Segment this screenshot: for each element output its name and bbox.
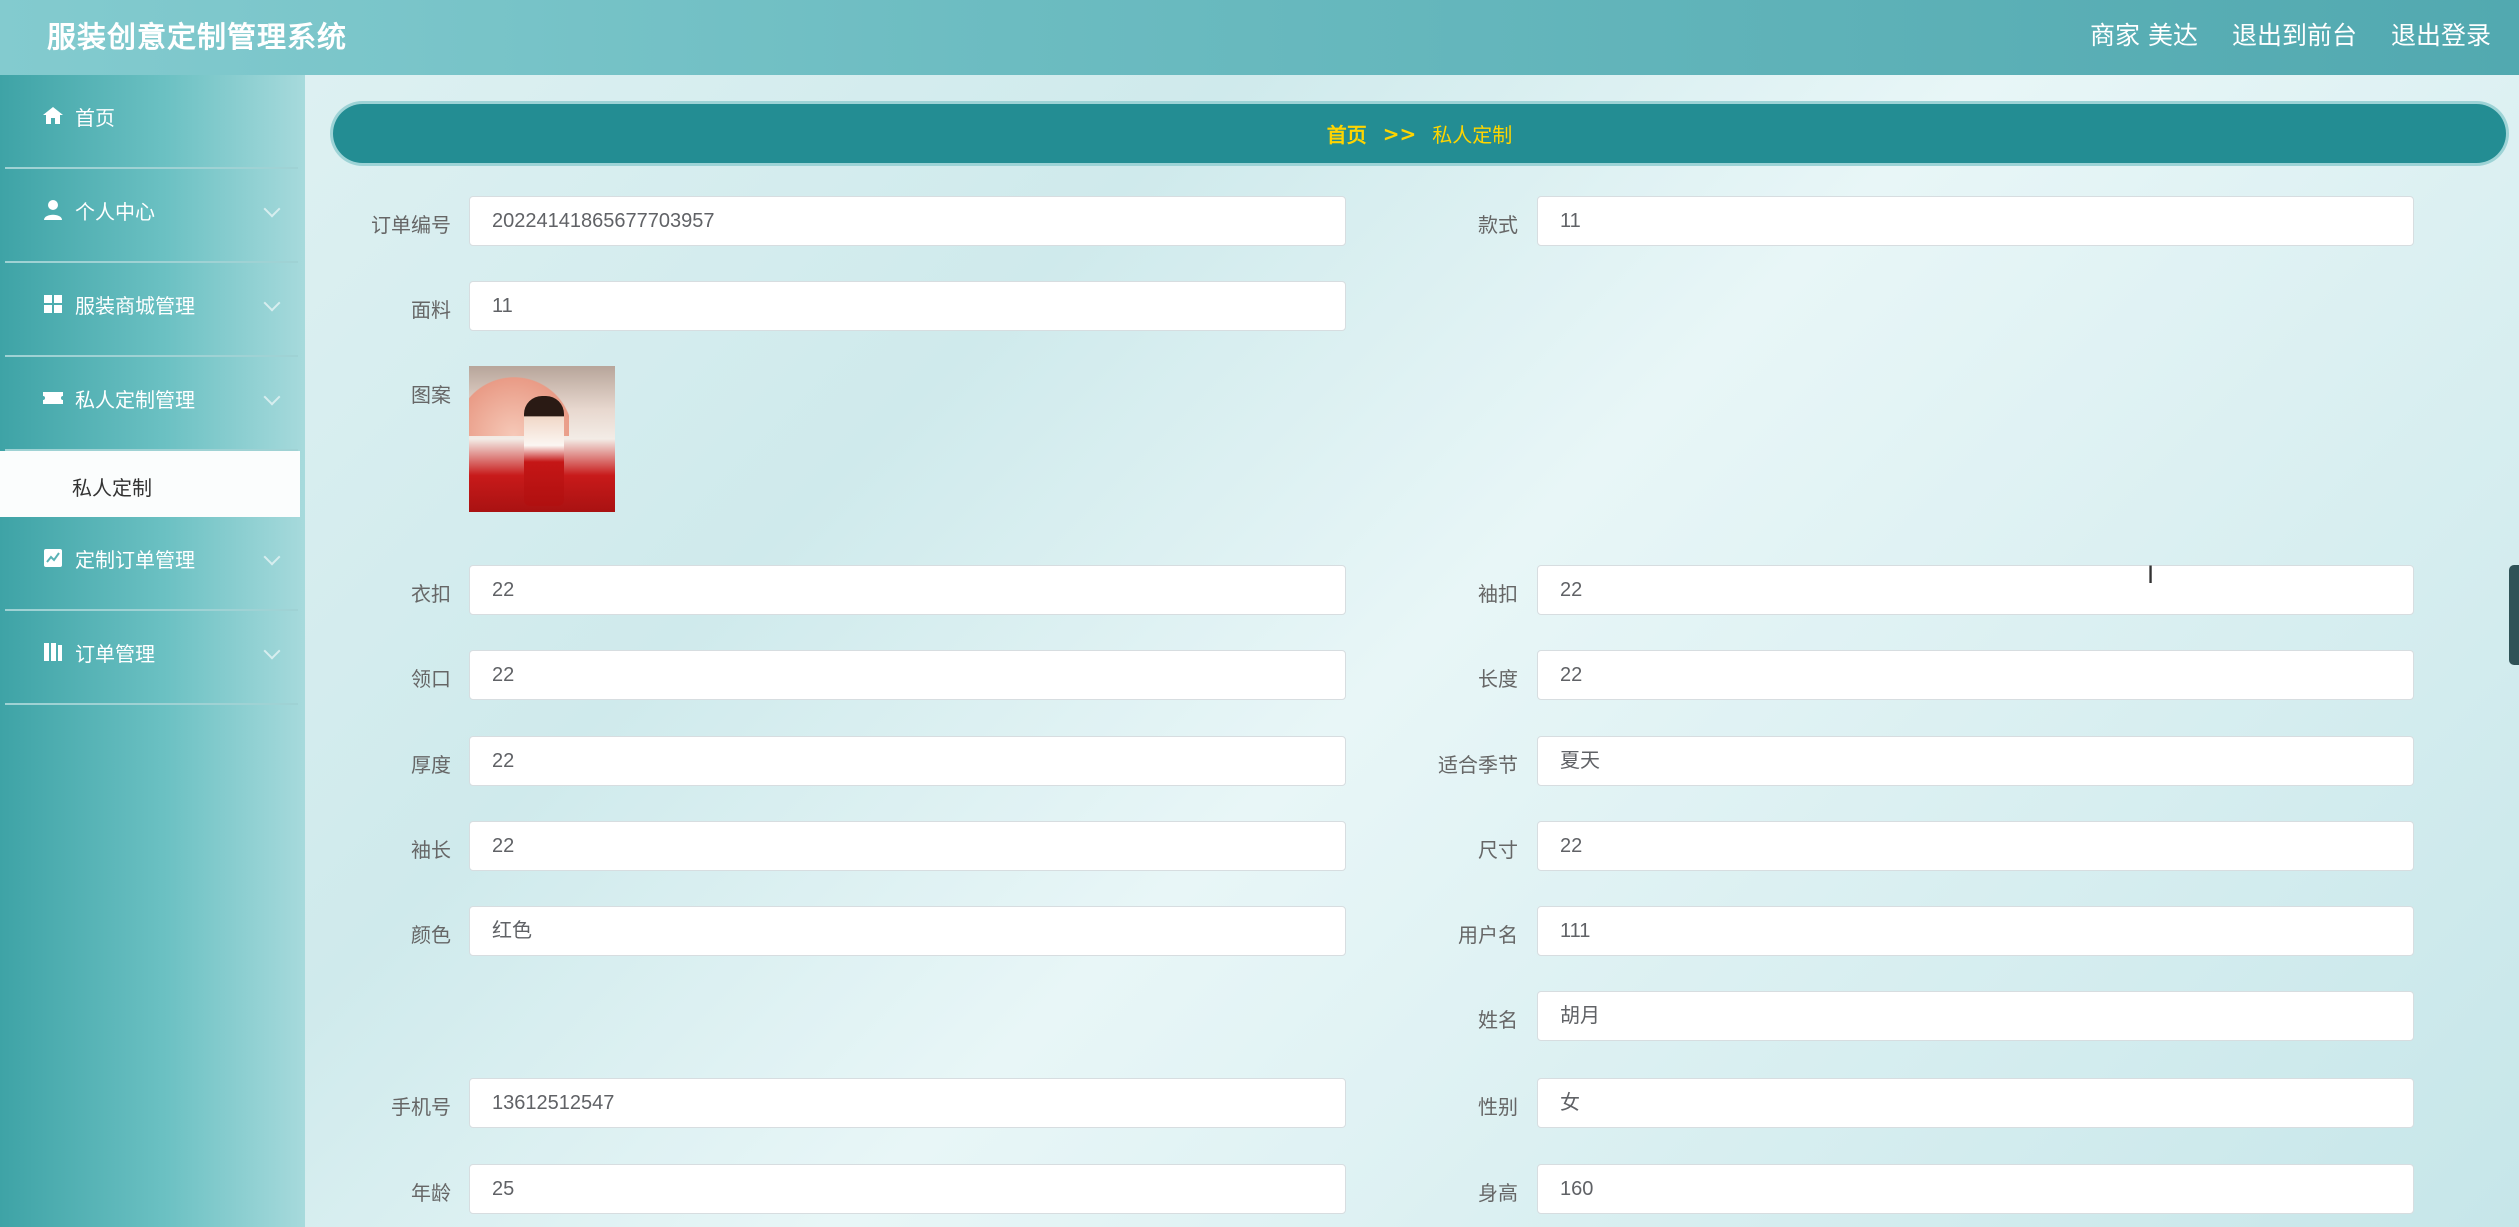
color-field[interactable]: 红色 — [469, 906, 1346, 956]
pattern-label: 图案 — [411, 383, 451, 407]
height-label: 身高 — [1478, 1181, 1518, 1205]
order-no-label: 订单编号 — [371, 213, 451, 237]
home-icon — [43, 107, 63, 124]
button-field[interactable]: 22 — [469, 565, 1346, 615]
color-label: 颜色 — [411, 923, 451, 947]
sidebar-item-label: 私人定制管理 — [75, 388, 195, 412]
sidebar-item-label: 私人定制 — [72, 476, 152, 500]
season-label: 适合季节 — [1438, 753, 1518, 777]
button-label: 衣扣 — [411, 582, 451, 606]
chevron-down-icon — [263, 200, 281, 218]
fabric-label: 面料 — [411, 298, 451, 322]
breadcrumb-current: 私人定制 — [1432, 123, 1513, 147]
sidebar-item-label: 订单管理 — [75, 642, 155, 666]
height-field[interactable]: 160 — [1537, 1164, 2414, 1214]
sidebar-item-label: 个人中心 — [75, 200, 155, 224]
phone-field[interactable]: 13612512547 — [469, 1078, 1346, 1128]
cufflink-field[interactable]: 22 — [1537, 565, 2414, 615]
age-label: 年龄 — [411, 1181, 451, 1205]
sidebar-item-order-management[interactable]: 订单管理 — [5, 611, 298, 705]
cufflink-label: 袖扣 — [1478, 582, 1518, 606]
user-icon — [44, 200, 62, 220]
sidebar-item-label: 定制订单管理 — [75, 548, 195, 572]
sleeve-label: 袖长 — [411, 838, 451, 862]
logout-link[interactable]: 退出登录 — [2391, 16, 2491, 52]
grid-icon — [44, 295, 62, 313]
top-bar: 服装创意定制管理系统 商家 美达 退出到前台 退出登录 — [0, 0, 2519, 75]
season-field[interactable]: 夏天 — [1537, 736, 2414, 786]
style-field[interactable]: 11 — [1537, 196, 2414, 246]
book-icon — [44, 643, 62, 661]
sidebar: 首页 个人中心 服装商城管理 私人定制管理 私人定制 定制订单管理 订单管理 — [0, 75, 305, 1227]
collar-label: 领口 — [411, 667, 451, 691]
breadcrumb-separator: >> — [1382, 121, 1417, 146]
sidebar-item-label: 服装商城管理 — [75, 294, 195, 318]
sleeve-field[interactable]: 22 — [469, 821, 1346, 871]
chevron-down-icon — [263, 642, 281, 660]
scrollbar-thumb[interactable] — [2509, 565, 2519, 665]
sidebar-item-personal-center[interactable]: 个人中心 — [5, 169, 298, 263]
size-field[interactable]: 22 — [1537, 821, 2414, 871]
breadcrumb: 首页 >> 私人定制 — [333, 104, 2506, 163]
sidebar-item-custom-management[interactable]: 私人定制管理 — [5, 357, 298, 451]
gender-label: 性别 — [1478, 1095, 1518, 1119]
chevron-down-icon — [263, 388, 281, 406]
sidebar-item-label: 首页 — [75, 106, 115, 130]
user-name: 商家 美达 — [2090, 21, 2198, 50]
figure-shape — [524, 396, 564, 506]
text-cursor-icon: I — [2147, 561, 2155, 589]
username-label: 用户名 — [1458, 923, 1518, 947]
thickness-field[interactable]: 22 — [469, 736, 1346, 786]
back-to-front-link[interactable]: 退出到前台 — [2232, 16, 2357, 52]
gender-field[interactable]: 女 — [1537, 1078, 2414, 1128]
length-field[interactable]: 22 — [1537, 650, 2414, 700]
chart-icon — [44, 549, 62, 567]
pattern-image[interactable] — [469, 366, 615, 512]
app-title: 服装创意定制管理系统 — [47, 20, 348, 54]
chevron-down-icon — [263, 294, 281, 312]
sidebar-item-clothing-mall[interactable]: 服装商城管理 — [5, 263, 298, 357]
sidebar-subitem-private-custom[interactable]: 私人定制 — [0, 451, 300, 517]
thickness-label: 厚度 — [411, 753, 451, 777]
sidebar-item-custom-orders[interactable]: 定制订单管理 — [5, 517, 298, 611]
size-label: 尺寸 — [1478, 838, 1518, 862]
name-label: 姓名 — [1478, 1008, 1518, 1032]
chevron-down-icon — [263, 548, 281, 566]
order-no-field[interactable]: 20224141865677703957 — [469, 196, 1346, 246]
header-links: 商家 美达 退出到前台 退出登录 — [2090, 16, 2491, 52]
ticket-icon — [43, 392, 63, 404]
breadcrumb-home-link[interactable]: 首页 — [1327, 119, 1367, 148]
phone-label: 手机号 — [391, 1095, 451, 1119]
collar-field[interactable]: 22 — [469, 650, 1346, 700]
username-field[interactable]: 111 — [1537, 906, 2414, 956]
sidebar-item-home[interactable]: 首页 — [5, 75, 298, 169]
style-label: 款式 — [1478, 213, 1518, 237]
length-label: 长度 — [1478, 667, 1518, 691]
name-field[interactable]: 胡月 — [1537, 991, 2414, 1041]
age-field[interactable]: 25 — [469, 1164, 1346, 1214]
fabric-field[interactable]: 11 — [469, 281, 1346, 331]
